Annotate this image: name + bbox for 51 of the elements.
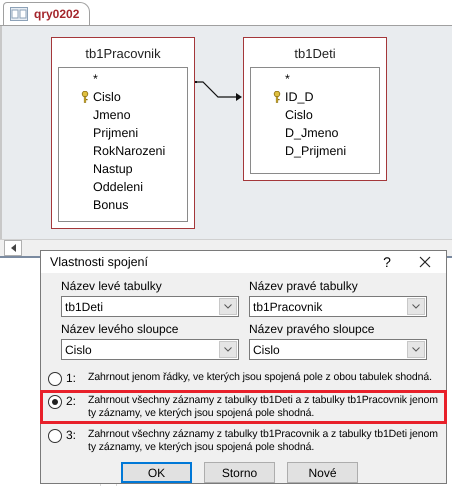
field-name[interactable]: Oddeleni — [93, 180, 144, 194]
option-text: Zahrnout všechny záznamy z tabulky tb1Deti a z tabulky tb1Pracovnik jenom ty záznamy, ve kterých jsou spojená pole shodná. — [88, 394, 439, 420]
key-icon — [273, 91, 281, 103]
radio-button[interactable] — [48, 395, 62, 409]
table-box[interactable]: tb1Pracovnik * Cislo Jmeno Prijmeni RokNarozeni Nastup Oddeleni Bonus — [51, 37, 195, 229]
join-line[interactable] — [195, 81, 242, 101]
dropdown[interactable]: tb1Deti — [61, 296, 239, 317]
option-number: 3: — [65, 428, 78, 442]
dialog-title: Vlastnosti spojení — [50, 255, 149, 269]
field-name[interactable]: D_Prijmeni — [285, 144, 346, 158]
left-arrow-icon — [10, 244, 16, 252]
query-icon — [10, 7, 28, 21]
table-title: tb1Pracovnik — [84, 45, 162, 63]
field-label: Název levé tabulky — [61, 279, 163, 293]
table-box[interactable]: tb1Deti * ID_D Cislo D_Jmeno D_Prijmeni — [243, 37, 387, 181]
chevron-icon — [412, 304, 420, 309]
field-name[interactable]: * — [93, 72, 98, 86]
dialog-button[interactable]: Storno — [204, 462, 275, 483]
field-label: Název pravého sloupce — [249, 322, 376, 336]
field-name[interactable]: RokNarozeni — [93, 144, 166, 158]
radio-button[interactable] — [48, 372, 62, 386]
field-label: Název pravé tabulky — [249, 279, 359, 293]
chevron-icon — [224, 304, 232, 309]
field-name[interactable]: ID_D — [285, 90, 314, 104]
dropdown[interactable]: Cislo — [249, 339, 427, 360]
option-text: Zahrnout všechny záznamy z tabulky tb1Pracovnik a z tabulky tb1Deti jenom ty záznamy, ve kterých jsou spojená pole shodná. — [88, 428, 439, 454]
radio-button[interactable] — [48, 429, 62, 443]
option-number: 1: — [65, 371, 78, 385]
field-name[interactable]: Cislo — [285, 108, 313, 122]
dropdown[interactable]: tb1Pracovnik — [249, 296, 427, 317]
chevron-icon — [224, 347, 232, 352]
option-text: Zahrnout jenom řádky, ve kterých jsou spojená pole z obou tabulek shodná. — [88, 371, 433, 384]
field-name[interactable]: Nastup — [93, 162, 133, 176]
scroll-left-button[interactable] — [4, 240, 22, 256]
key-icon — [81, 91, 89, 103]
field-label: Název levého sloupce — [61, 322, 180, 336]
field-name[interactable]: * — [285, 72, 290, 86]
field-name[interactable]: Cislo — [93, 90, 121, 104]
dialog-button[interactable]: Nové — [287, 462, 358, 483]
query-tab[interactable]: qry0202 — [3, 2, 90, 25]
field-name[interactable]: D_Jmeno — [285, 126, 338, 140]
option-number: 2: — [65, 394, 78, 408]
close-icon — [419, 256, 431, 268]
dialog-button[interactable]: OK — [121, 462, 192, 483]
table-title: tb1Deti — [293, 45, 337, 63]
field-name[interactable]: Jmeno — [93, 108, 131, 122]
field-name[interactable]: Bonus — [93, 198, 128, 212]
dropdown[interactable]: Cislo — [61, 339, 239, 360]
help-button[interactable]: ? — [372, 254, 402, 270]
field-name[interactable]: Prijmeni — [93, 126, 138, 140]
chevron-icon — [412, 347, 420, 352]
